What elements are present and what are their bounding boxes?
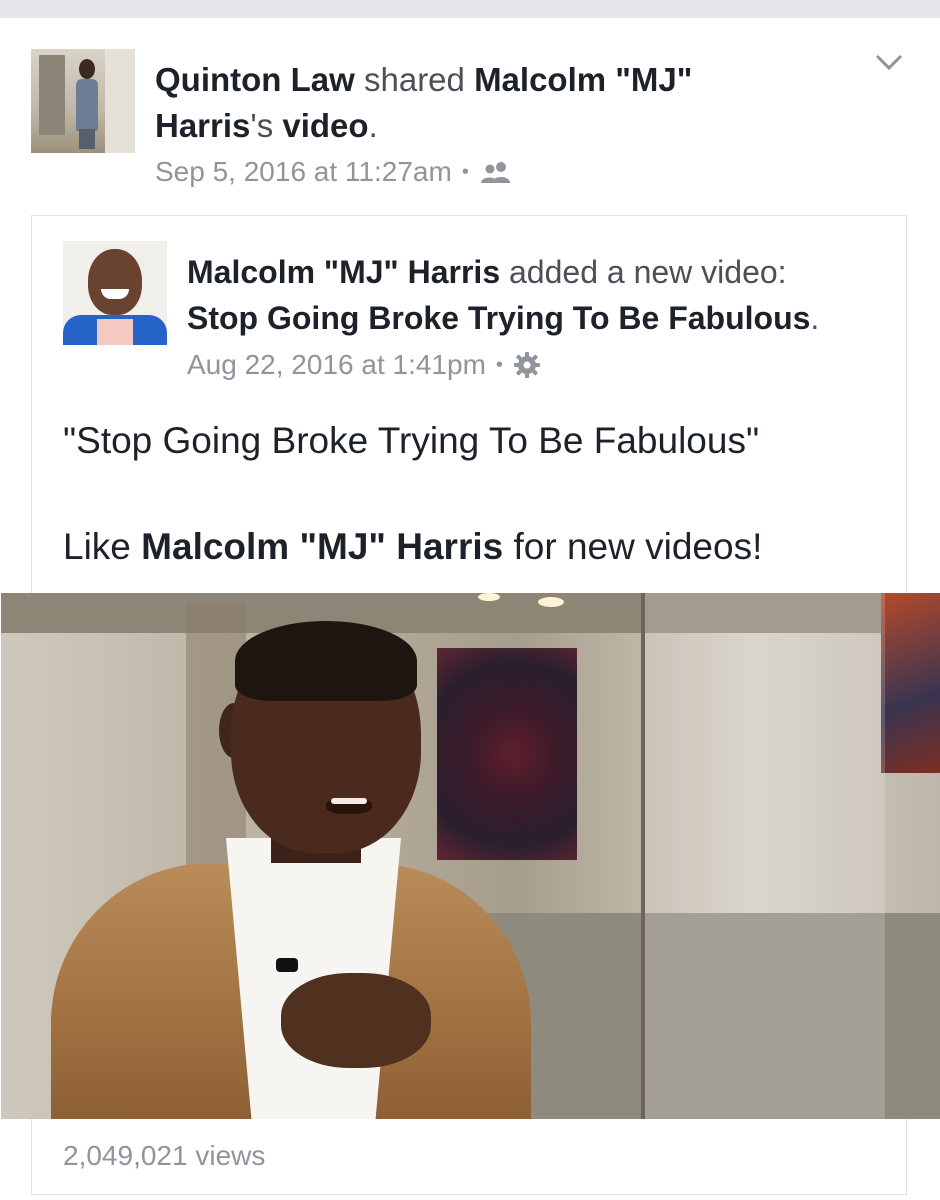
share-timestamp[interactable]: Sep 5, 2016 at 11:27am: [155, 156, 452, 188]
avatar-figure-head: [79, 59, 95, 79]
poster-timestamp[interactable]: Aug 22, 2016 at 1:41pm: [187, 349, 486, 381]
post-body-cta: Like Malcolm "MJ" Harris for new videos!: [63, 526, 883, 568]
shared-post: Quinton Law shared Malcolm "MJ" Harris's …: [0, 18, 940, 1200]
sharer-name-link[interactable]: Quinton Law: [155, 61, 355, 98]
video-link[interactable]: video: [282, 107, 368, 144]
video-ceiling-light: [478, 593, 500, 601]
poster-headline-period: .: [810, 300, 820, 336]
video-lapel-mic: [276, 958, 298, 972]
poster-avatar-head: [88, 249, 142, 315]
chevron-down-icon[interactable]: [874, 50, 904, 74]
friends-icon[interactable]: [479, 160, 513, 184]
post-body-title: "Stop Going Broke Trying To Be Fabulous": [63, 420, 760, 461]
video-glass-wall: [641, 593, 885, 1119]
video-title-link[interactable]: Stop Going Broke Trying To Be Fabulous: [187, 300, 810, 336]
cta-author-link[interactable]: Malcolm "MJ" Harris: [141, 526, 503, 567]
share-headline: Quinton Law shared Malcolm "MJ" Harris's …: [155, 57, 795, 149]
avatar-figure-body: [76, 79, 98, 131]
avatar-door: [39, 55, 65, 135]
headline-period: .: [368, 107, 378, 144]
share-action-text: shared: [363, 61, 465, 98]
top-strip: [0, 0, 940, 18]
view-count: 2,049,021 views: [63, 1140, 266, 1171]
video-speaker-teeth: [331, 798, 367, 804]
poster-meta-separator: •: [495, 353, 503, 376]
sharer-meta: Sep 5, 2016 at 11:27am •: [155, 156, 513, 188]
video-speaker-hair: [235, 621, 417, 701]
video-speaker-hand: [281, 973, 431, 1068]
video-ceiling-light: [538, 597, 564, 607]
meta-separator: •: [461, 160, 469, 183]
gear-icon[interactable]: [513, 351, 541, 379]
avatar-wall: [105, 49, 135, 153]
poster-meta: Aug 22, 2016 at 1:41pm •: [187, 349, 541, 381]
possessive-text: 's: [250, 107, 274, 144]
original-author-name-part1: Malcolm "MJ": [474, 61, 693, 98]
poster-avatar-collar: [97, 319, 133, 345]
video-wall-painting: [881, 593, 940, 773]
cta-like-text: Like: [63, 526, 131, 567]
video-wall-painting: [437, 648, 577, 860]
sharer-avatar[interactable]: [31, 49, 135, 153]
poster-name-link[interactable]: Malcolm "MJ" Harris: [187, 254, 500, 290]
video-thumbnail[interactable]: [1, 593, 940, 1119]
poster-action-text: added a new video:: [509, 254, 787, 290]
cta-rest-text: for new videos!: [513, 526, 763, 567]
original-post-headline: Malcolm "MJ" Harris added a new video: S…: [187, 249, 887, 341]
poster-avatar[interactable]: [63, 241, 167, 345]
original-author-name-part2: Harris: [155, 107, 251, 144]
avatar-figure-legs: [79, 129, 95, 149]
original-post-card: Malcolm "MJ" Harris added a new video: S…: [1, 215, 940, 1195]
